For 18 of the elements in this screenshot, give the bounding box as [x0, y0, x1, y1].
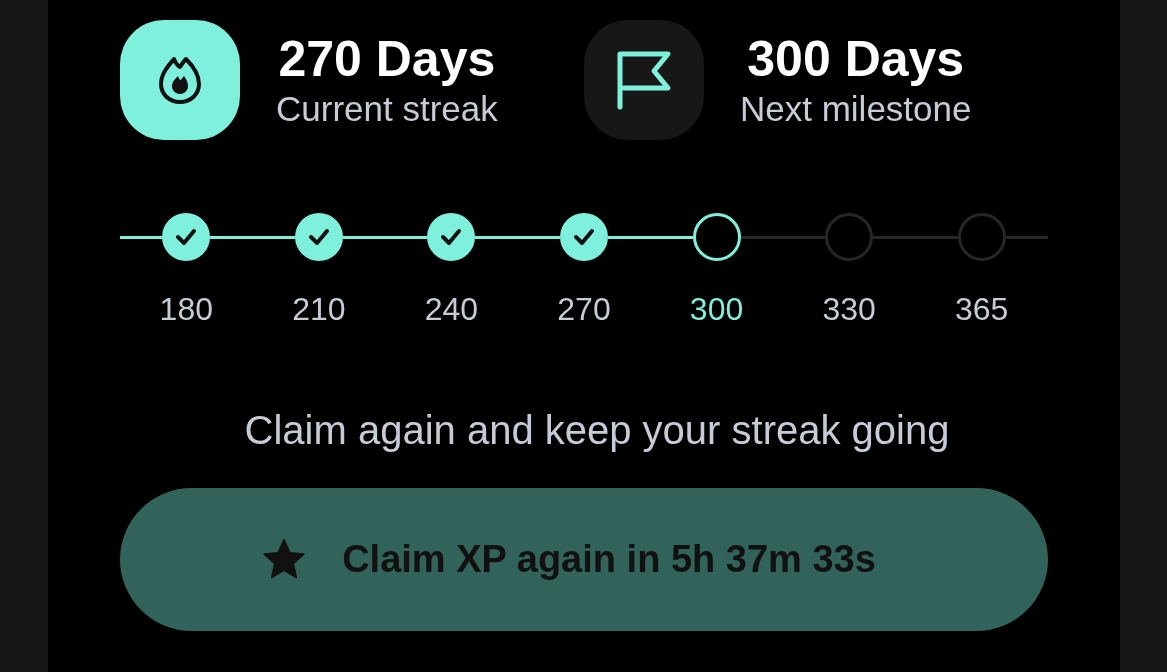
hint-text: Claim again and keep your streak going	[243, 407, 951, 454]
milestone-label: 180	[159, 290, 213, 328]
streak-value: 270 Days	[278, 30, 496, 88]
progress-track	[1005, 235, 1048, 239]
flame-icon	[158, 56, 202, 104]
streak-label: Next milestone	[740, 88, 972, 130]
milestone-label: 270	[557, 290, 611, 328]
milestone-label: 300	[689, 290, 744, 328]
streak-value: 300 Days	[747, 30, 965, 88]
milestone-label: 240	[424, 290, 479, 328]
claim-button[interactable]: Claim XP again in 5h 37m 33s	[120, 488, 1048, 631]
progress-track	[120, 235, 163, 239]
flag-icon	[616, 50, 672, 110]
streak-label: Current streak	[276, 88, 498, 130]
milestone-label: 330	[822, 290, 876, 328]
milestone-label: 365	[955, 290, 1009, 328]
star-icon	[262, 538, 307, 581]
milestone-label: 210	[292, 290, 346, 328]
